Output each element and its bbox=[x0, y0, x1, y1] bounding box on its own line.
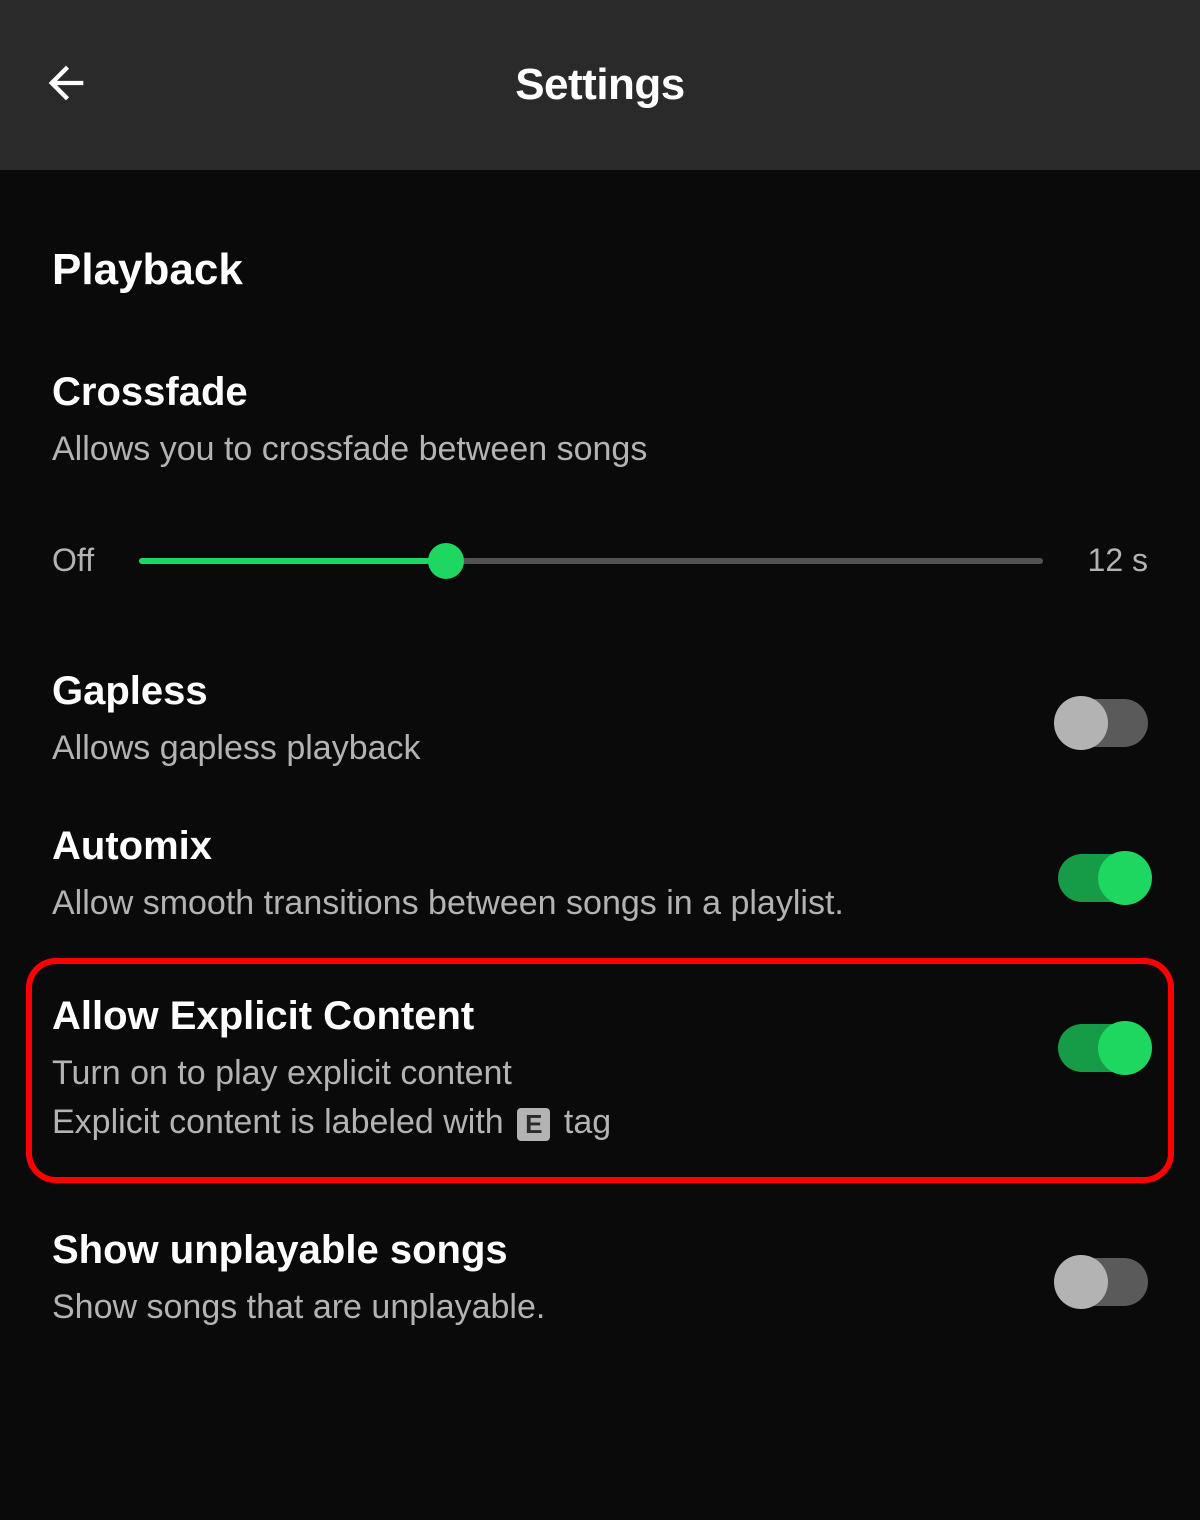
automix-title: Automix bbox=[52, 824, 1028, 869]
explicit-toggle[interactable] bbox=[1058, 1024, 1148, 1072]
toggle-knob bbox=[1098, 851, 1152, 905]
header: Settings bbox=[0, 0, 1200, 170]
explicit-desc2: Explicit content is labeled with E tag bbox=[52, 1098, 1028, 1147]
explicit-title: Allow Explicit Content bbox=[52, 994, 1028, 1039]
unplayable-desc: Show songs that are unplayable. bbox=[52, 1283, 1028, 1332]
section-title: Playback bbox=[52, 245, 1148, 295]
page-title: Settings bbox=[40, 60, 1160, 110]
automix-desc: Allow smooth transitions between songs i… bbox=[52, 879, 1028, 928]
explicit-highlight: Allow Explicit Content Turn on to play e… bbox=[26, 958, 1174, 1184]
explicit-desc2-post: tag bbox=[554, 1103, 611, 1141]
crossfade-title: Crossfade bbox=[52, 370, 1148, 415]
crossfade-slider-fill bbox=[139, 558, 446, 564]
explicit-badge-icon: E bbox=[517, 1108, 550, 1141]
crossfade-slider-max-label: 12 s bbox=[1088, 542, 1148, 579]
explicit-desc1: Turn on to play explicit content bbox=[52, 1049, 1028, 1098]
crossfade-desc: Allows you to crossfade between songs bbox=[52, 425, 1148, 474]
automix-toggle[interactable] bbox=[1058, 854, 1148, 902]
back-button[interactable] bbox=[40, 57, 92, 114]
crossfade-slider-thumb[interactable] bbox=[428, 543, 464, 579]
gapless-desc: Allows gapless playback bbox=[52, 724, 1028, 773]
crossfade-setting: Crossfade Allows you to crossfade betwee… bbox=[52, 370, 1148, 474]
crossfade-slider-row: Off 12 s bbox=[52, 542, 1148, 579]
toggle-knob bbox=[1054, 696, 1108, 750]
unplayable-toggle[interactable] bbox=[1058, 1258, 1148, 1306]
automix-row: Automix Allow smooth transitions between… bbox=[52, 824, 1148, 928]
unplayable-title: Show unplayable songs bbox=[52, 1228, 1028, 1273]
explicit-row: Allow Explicit Content Turn on to play e… bbox=[52, 994, 1148, 1148]
unplayable-row: Show unplayable songs Show songs that ar… bbox=[52, 1228, 1148, 1332]
gapless-toggle[interactable] bbox=[1058, 699, 1148, 747]
crossfade-slider-off-label: Off bbox=[52, 542, 94, 579]
content: Playback Crossfade Allows you to crossfa… bbox=[0, 170, 1200, 1333]
gapless-title: Gapless bbox=[52, 669, 1028, 714]
toggle-knob bbox=[1098, 1021, 1152, 1075]
arrow-left-icon bbox=[40, 57, 92, 109]
crossfade-slider[interactable] bbox=[139, 558, 1042, 564]
toggle-knob bbox=[1054, 1255, 1108, 1309]
explicit-desc2-pre: Explicit content is labeled with bbox=[52, 1103, 513, 1141]
gapless-row: Gapless Allows gapless playback bbox=[52, 669, 1148, 773]
